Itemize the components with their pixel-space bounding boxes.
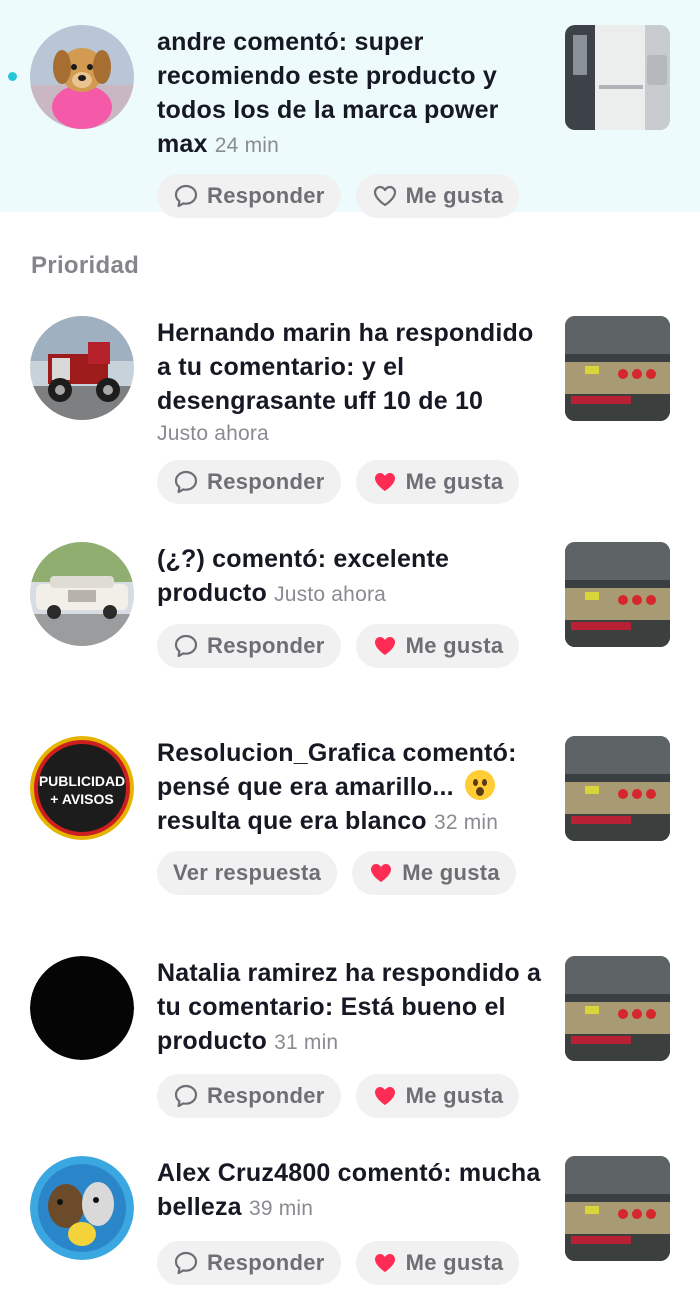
like-label: Me gusta [405,469,504,494]
notification-item[interactable]: Alex Cruz4800 comentó: mucha belleza 39 … [0,1140,700,1305]
notification-time: 31 min [274,1031,339,1054]
like-button[interactable]: Me gusta [355,1241,520,1285]
puppy-avatar[interactable] [30,25,134,129]
notification-message: Natalia ramirez ha respondido a tu comen… [157,959,542,1055]
truck-side-thumbnail[interactable] [565,25,670,130]
reply-label: Responder [207,1083,325,1108]
view-reply-label: Ver respuesta [173,860,322,885]
comment-bubble-icon [173,1250,199,1276]
notifications-page: andre comentó: super recomiendo este pro… [0,0,700,1305]
reply-label: Responder [207,1250,325,1275]
like-button[interactable]: Me gusta [355,624,520,668]
truck-rear-thumbnail[interactable] [565,736,670,841]
reply-button[interactable]: Responder [157,1074,341,1118]
reply-label: Responder [207,469,325,494]
red-truck-avatar[interactable] [30,316,134,420]
heart-filled-icon [372,469,398,495]
heart-outline-icon [372,183,398,209]
notification-text: Hernando marin ha respondido a tu coment… [157,316,547,448]
notification-message: Alex Cruz4800 comentó: mucha belleza [157,1159,541,1221]
notification-message: Resolucion_Grafica comentó: pensé que er… [157,739,517,801]
reply-button[interactable]: Responder [157,1241,341,1285]
heart-filled-icon [372,1083,398,1109]
like-label: Me gusta [405,1083,504,1108]
notification-time: Justo ahora [157,422,269,445]
like-button[interactable]: Me gusta [352,851,516,895]
like-button[interactable]: Me gusta [355,1074,520,1118]
reply-button[interactable]: Responder [157,460,341,504]
notification-item[interactable]: Natalia ramirez ha respondido a tu comen… [0,940,700,1120]
view-reply-button[interactable]: Ver respuesta [157,851,338,895]
like-label: Me gusta [405,1250,504,1275]
notification-actions: Responder Me gusta [157,624,520,668]
like-button[interactable]: Me gusta [355,174,520,218]
heart-filled-icon [372,1250,398,1276]
notification-text: Natalia ramirez ha respondido a tu comen… [157,956,547,1060]
notification-actions: Responder Me gusta [157,1074,520,1118]
logo-line-1: PUBLICIDAD [39,773,125,789]
notification-message: Hernando marin ha respondido a tu coment… [157,319,534,415]
notification-item[interactable]: Hernando marin ha respondido a tu coment… [0,300,700,510]
notification-time: 39 min [248,1197,314,1220]
reply-label: Responder [207,183,325,208]
notification-actions: Responder Me gusta [157,1241,520,1285]
notification-text: (¿?) comentó: excelente producto Justo a… [157,542,547,612]
notification-text: andre comentó: super recomiendo este pro… [157,25,547,163]
surprised-face-emoji [464,770,495,800]
white-car-avatar[interactable] [30,542,134,646]
notification-time: Justo ahora [274,583,387,606]
notification-message: andre comentó: super recomiendo este pro… [157,28,499,158]
notification-message-continued: resulta que era blanco [157,807,427,835]
publicidad-avisos-logo[interactable]: PUBLICIDAD + AVISOS [30,736,134,840]
like-label: Me gusta [402,860,500,885]
comment-bubble-icon [173,183,199,209]
comment-bubble-icon [173,469,199,495]
reply-label: Responder [207,633,325,658]
truck-rear-thumbnail[interactable] [565,542,670,647]
black-avatar[interactable] [30,956,134,1060]
heart-filled-icon [368,860,394,886]
notification-time: 24 min [214,134,280,157]
notification-actions: Responder Me gusta [157,174,520,218]
unread-dot-icon [8,72,17,81]
notification-item[interactable]: andre comentó: super recomiendo este pro… [0,0,700,218]
comment-bubble-icon [173,633,199,659]
truck-rear-thumbnail[interactable] [565,316,670,421]
section-title: Prioridad [31,252,140,279]
notification-text: Alex Cruz4800 comentó: mucha belleza 39 … [157,1156,547,1226]
heart-filled-icon [372,633,398,659]
logo-line-2: + AVISOS [50,791,113,807]
notification-actions: Responder Me gusta [157,460,520,504]
reply-button[interactable]: Responder [157,174,341,218]
cartoon-avatar[interactable] [30,1156,134,1260]
like-label: Me gusta [405,633,504,658]
comment-bubble-icon [173,1083,199,1109]
notification-time: 32 min [433,811,499,834]
like-label: Me gusta [405,183,504,208]
notification-item[interactable]: PUBLICIDAD + AVISOS Resolucion_Grafica c… [0,720,700,900]
notification-item[interactable]: (¿?) comentó: excelente producto Justo a… [0,526,700,686]
notification-actions: Ver respuesta Me gusta [157,851,516,895]
notification-text: Resolucion_Grafica comentó: pensé que er… [157,736,547,840]
reply-button[interactable]: Responder [157,624,341,668]
like-button[interactable]: Me gusta [355,460,520,504]
truck-rear-thumbnail[interactable] [565,1156,670,1261]
truck-rear-thumbnail[interactable] [565,956,670,1061]
